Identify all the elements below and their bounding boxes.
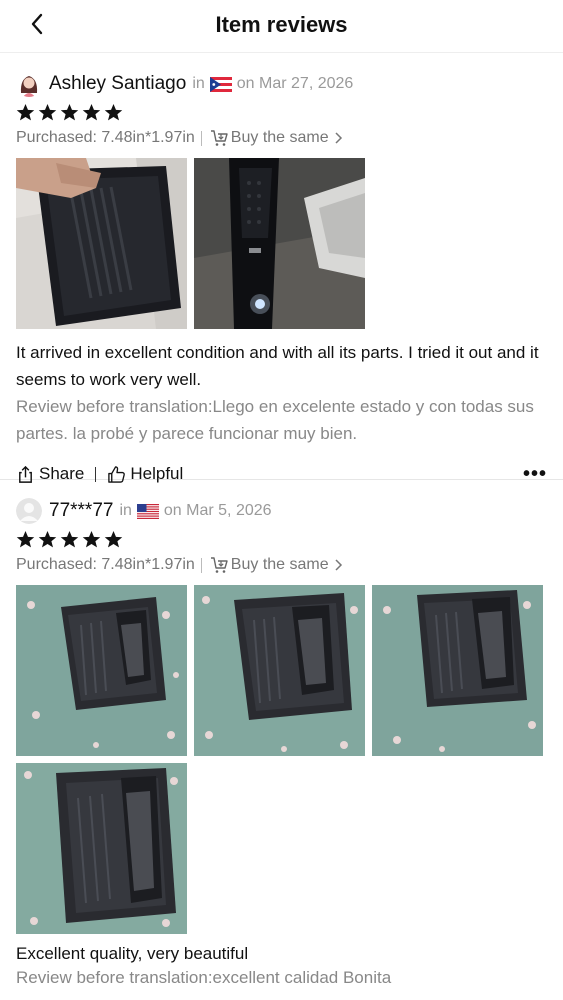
star-icon [82, 530, 101, 547]
review-photo[interactable] [16, 158, 187, 329]
avatar [16, 71, 42, 97]
purchased-line: Purchased: 7.48in*1.97in Buy the same [16, 126, 547, 150]
star-icon [60, 103, 79, 120]
reviewer-name: Ashley Santiago [49, 73, 187, 94]
puerto-rico-flag-icon [209, 76, 232, 92]
cart-icon [210, 557, 228, 573]
buy-same-link[interactable]: Buy the same [210, 556, 343, 574]
reviewer-name: 77***77 [49, 500, 114, 521]
cart-icon [210, 130, 228, 146]
in-label: in [192, 75, 205, 92]
star-icon [104, 530, 123, 547]
review-card: Ashley Santiago in on Mar 27, 2026 Purch… [0, 53, 563, 485]
star-icon [82, 103, 101, 120]
star-icon [60, 530, 79, 547]
review-images [16, 585, 547, 934]
star-icon [16, 103, 35, 120]
review-images [16, 158, 547, 329]
star-icon [38, 530, 57, 547]
review-text: It arrived in excellent condition and wi… [16, 343, 539, 389]
divider [200, 557, 202, 573]
chevron-right-icon [335, 132, 342, 144]
review-text: Excellent quality, very beautiful [16, 944, 249, 963]
review-card: 77***77 in on Mar 5, 2026 Purchased: 7.4… [0, 480, 563, 990]
original-review-text: Review before translation:excellent cali… [16, 968, 392, 987]
review-date: on Mar 27, 2026 [236, 75, 354, 92]
review-photo[interactable] [16, 585, 187, 756]
review-photo[interactable] [194, 585, 365, 756]
star-icon [16, 530, 35, 547]
purchased-spec: Purchased: 7.48in*1.97in [16, 556, 195, 573]
header: Item reviews [0, 0, 563, 53]
star-icon [104, 103, 123, 120]
review-photo[interactable] [372, 585, 543, 756]
avatar [16, 498, 42, 524]
purchased-spec: Purchased: 7.48in*1.97in [16, 129, 195, 146]
star-rating [16, 101, 547, 123]
in-label: in [119, 502, 132, 519]
buy-same-label: Buy the same [230, 129, 329, 146]
review-photo[interactable] [16, 763, 187, 934]
review-photo[interactable] [194, 158, 365, 329]
buy-same-label: Buy the same [230, 556, 329, 573]
original-review-text: Review before translation:Llego en excel… [16, 397, 534, 443]
usa-flag-icon [136, 503, 159, 519]
purchased-line: Purchased: 7.48in*1.97in Buy the same [16, 553, 547, 577]
review-date: on Mar 5, 2026 [163, 502, 272, 519]
star-rating [16, 528, 547, 550]
review-user-line: 77***77 in on Mar 5, 2026 [16, 496, 547, 526]
review-user-line: Ashley Santiago in on Mar 27, 2026 [16, 69, 547, 99]
star-icon [38, 103, 57, 120]
buy-same-link[interactable]: Buy the same [210, 129, 343, 147]
divider [200, 130, 202, 146]
page-title: Item reviews [215, 12, 348, 37]
chevron-right-icon [335, 559, 342, 571]
